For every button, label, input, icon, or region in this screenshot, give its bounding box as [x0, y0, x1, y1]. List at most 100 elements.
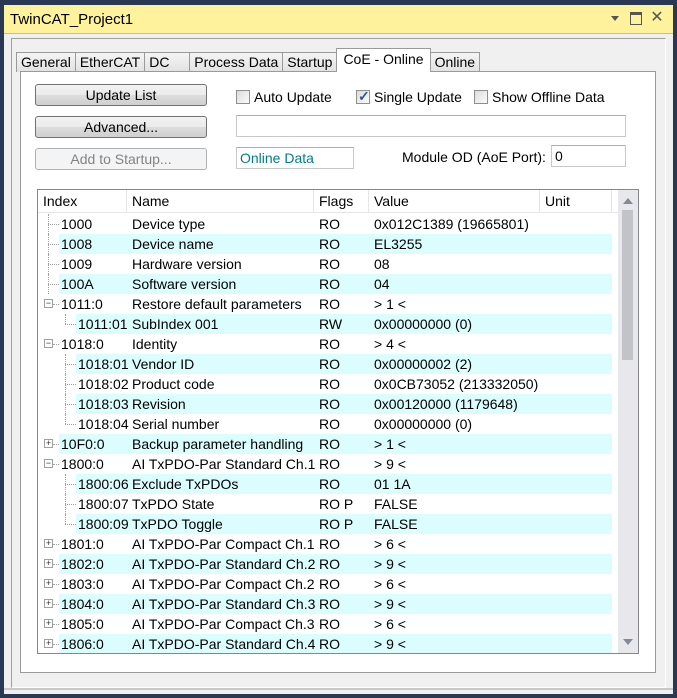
tab-general[interactable]: General	[16, 52, 76, 72]
row-name: AI TxPDO-Par Standard Ch.3	[132, 596, 316, 612]
tab-ethercat[interactable]: EtherCAT	[74, 52, 146, 72]
row-flags: RO	[319, 476, 340, 492]
column-header-unit[interactable]: Unit	[540, 190, 612, 213]
row-value: > 1 <	[374, 436, 406, 452]
table-row[interactable]: +1801:0 AI TxPDO-Par Compact Ch.1 RO > 6 <	[38, 534, 618, 554]
table-row[interactable]: +1804:0 AI TxPDO-Par Standard Ch.3 RO > 9 <	[38, 594, 618, 614]
collapse-minus-icon[interactable]: −	[44, 339, 53, 348]
column-header-value[interactable]: Value	[369, 190, 540, 213]
single-update-checkbox[interactable]: Single Update	[356, 88, 462, 105]
scrollbar-thumb[interactable]	[622, 210, 633, 360]
table-row[interactable]: 1018:02 Product code RO 0x0CB73052 (2133320…	[38, 374, 618, 394]
tree-connector	[53, 604, 59, 605]
table-row[interactable]: 1009 Hardware version RO 08	[38, 254, 618, 274]
table-row[interactable]: −1018:0 Identity RO > 4 <	[38, 334, 618, 354]
table-row[interactable]: +1805:0 AI TxPDO-Par Compact Ch.3 RO > 6 <	[38, 614, 618, 634]
table-row[interactable]: +10F0:0 Backup parameter handling RO > 1 <	[38, 434, 618, 454]
table-row[interactable]: 1000 Device type RO 0x012C1389 (19665801)	[38, 214, 618, 234]
auto-update-checkbox[interactable]: Auto Update	[236, 89, 332, 105]
tree-connector	[48, 224, 59, 225]
row-flags: RO	[319, 576, 340, 592]
row-index: 1800:06	[78, 476, 129, 492]
module-od-label: Module OD (AoE Port):	[402, 149, 546, 165]
update-list-button[interactable]: Update List	[35, 84, 207, 106]
expand-plus-icon[interactable]: +	[44, 579, 53, 588]
table-row[interactable]: 100A Software version RO 04	[38, 274, 618, 294]
row-flags: RO	[319, 296, 340, 312]
auto-update-label: Auto Update	[254, 89, 332, 105]
table-row[interactable]: 1018:03 Revision RO 0x00120000 (1179648)	[38, 394, 618, 414]
row-name: Product code	[132, 376, 215, 392]
tool-window: TwinCAT_Project1 ✕ General EtherCAT DC P…	[4, 5, 673, 694]
row-flags: RO P	[319, 516, 354, 532]
tab-dc[interactable]: DC	[144, 52, 191, 72]
tree-connector	[65, 364, 76, 365]
tree-connector	[53, 584, 59, 585]
table-row[interactable]: 1011:01 SubIndex 001 RW 0x00000000 (0)	[38, 314, 618, 334]
expand-plus-icon[interactable]: +	[44, 619, 53, 628]
table-row[interactable]: 1800:07 TxPDO State RO P FALSE	[38, 494, 618, 514]
row-value: > 6 <	[374, 536, 406, 552]
row-value: > 1 <	[374, 296, 406, 312]
expand-plus-icon[interactable]: +	[44, 539, 53, 548]
row-value: 0x00000002 (2)	[374, 356, 473, 372]
row-flags: RO	[319, 256, 340, 272]
row-flags: RO	[319, 236, 340, 252]
expand-plus-icon[interactable]: +	[44, 559, 53, 568]
tab-online[interactable]: Online	[429, 52, 481, 72]
tree-connector	[65, 514, 66, 524]
expand-plus-icon[interactable]: +	[44, 599, 53, 608]
tab-process-data[interactable]: Process Data	[189, 52, 284, 72]
row-name: TxPDO Toggle	[132, 516, 223, 532]
tab-coe-online[interactable]: CoE - Online	[336, 48, 431, 72]
row-flags: RO	[319, 636, 340, 652]
row-flags: RO	[319, 536, 340, 552]
table-row[interactable]: 1018:01 Vendor ID RO 0x00000002 (2)	[38, 354, 618, 374]
row-index: 1000	[61, 216, 93, 232]
table-row[interactable]: 1800:09 TxPDO Toggle RO P FALSE	[38, 514, 618, 534]
table-row[interactable]: +1806:0 AI TxPDO-Par Standard Ch.4 RO > 9 <	[38, 634, 618, 653]
add-to-startup-button[interactable]: Add to Startup...	[35, 148, 207, 170]
table-row[interactable]: 1008 Device name RO EL3255	[38, 234, 618, 254]
expand-plus-icon[interactable]: +	[44, 439, 53, 448]
column-header-name[interactable]: Name	[127, 190, 314, 213]
table-row[interactable]: +1803:0 AI TxPDO-Par Compact Ch.2 RO > 6 <	[38, 574, 618, 594]
module-od-input[interactable]: 0	[551, 145, 626, 167]
scroll-up-arrow-icon[interactable]	[623, 198, 633, 204]
advanced-button[interactable]: Advanced...	[35, 116, 207, 138]
expand-plus-icon[interactable]: +	[44, 639, 53, 648]
column-header-flags[interactable]: Flags	[314, 190, 369, 213]
vertical-scrollbar[interactable]	[618, 190, 638, 653]
row-index: 1804:0	[61, 596, 104, 612]
grid-rows: 1000 Device type RO 0x012C1389 (19665801) 10…	[38, 214, 618, 653]
table-row[interactable]: −1011:0 Restore default parameters RO > 1 <	[38, 294, 618, 314]
title-bar: TwinCAT_Project1 ✕	[4, 5, 673, 34]
dropdown-icon[interactable]	[608, 11, 622, 25]
row-name: Restore default parameters	[132, 296, 302, 312]
row-flags: RO	[319, 356, 340, 372]
row-value: 08	[374, 256, 390, 272]
collapse-minus-icon[interactable]: −	[44, 459, 53, 468]
row-name: Serial number	[132, 416, 220, 432]
table-row[interactable]: −1800:0 AI TxPDO-Par Standard Ch.1 RO > 9 <	[38, 454, 618, 474]
tab-startup[interactable]: Startup	[282, 52, 338, 72]
row-index: 1805:0	[61, 616, 104, 632]
tree-connector	[53, 564, 59, 565]
row-index: 1011:0	[61, 296, 103, 312]
tree-connector	[53, 624, 59, 625]
maximize-icon[interactable]	[629, 11, 643, 25]
row-name: Identity	[132, 336, 178, 352]
show-offline-data-checkbox[interactable]: Show Offline Data	[474, 89, 605, 105]
row-value: > 6 <	[374, 576, 406, 592]
table-row[interactable]: 1018:04 Serial number RO 0x00000000 (0)	[38, 414, 618, 434]
row-value: 01 1A	[374, 476, 411, 492]
table-row[interactable]: +1802:0 AI TxPDO-Par Standard Ch.2 RO > 9 <	[38, 554, 618, 574]
table-row[interactable]: 1800:06 Exclude TxPDOs RO 01 1A	[38, 474, 618, 494]
row-index: 1018:04	[78, 416, 129, 432]
close-icon[interactable]: ✕	[650, 10, 664, 26]
row-index: 1800:07	[78, 496, 129, 512]
scroll-down-arrow-icon[interactable]	[623, 639, 633, 645]
column-header-index[interactable]: Index	[38, 190, 127, 213]
tree-connector	[48, 214, 49, 234]
collapse-minus-icon[interactable]: −	[44, 299, 53, 308]
